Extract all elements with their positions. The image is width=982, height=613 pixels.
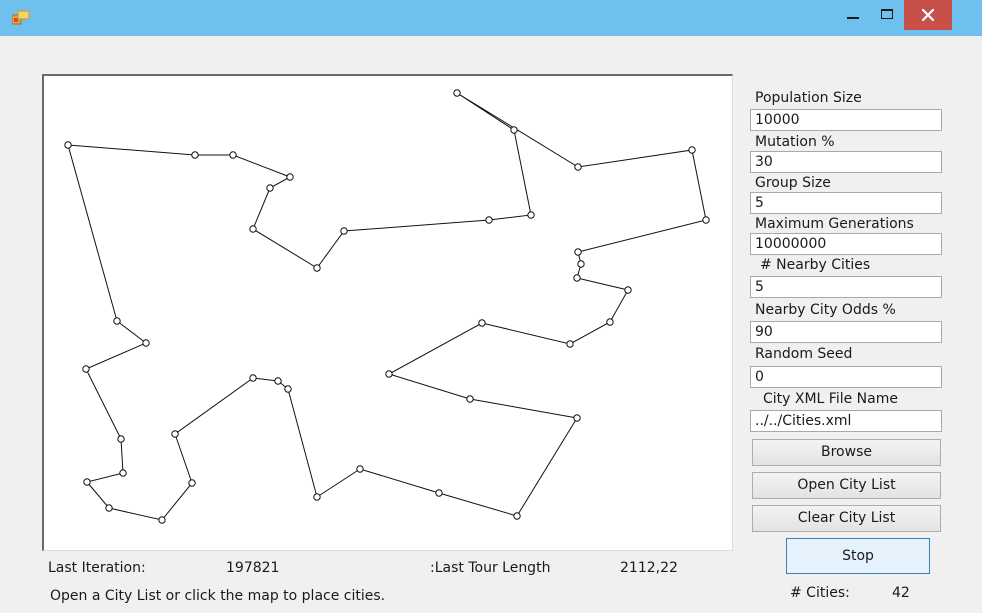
city-point	[191, 151, 199, 159]
city-point	[83, 478, 91, 486]
city-point	[105, 504, 113, 512]
population-size-label: Population Size	[755, 90, 862, 106]
city-point	[574, 163, 582, 171]
status-message: Open a City List or click the map to pla…	[50, 588, 386, 604]
city-point	[573, 414, 581, 422]
app-icon	[12, 10, 30, 25]
nearby-cities-input[interactable]: 5	[750, 276, 942, 298]
city-point	[702, 216, 710, 224]
city-point	[485, 216, 493, 224]
city-map-canvas[interactable]	[42, 74, 733, 551]
city-point	[229, 151, 237, 159]
city-point	[466, 395, 474, 403]
random-seed-input[interactable]: 0	[750, 366, 942, 388]
group-size-label: Group Size	[755, 175, 831, 191]
city-point	[566, 340, 574, 348]
open-city-list-button[interactable]: Open City List	[752, 472, 941, 499]
city-point	[478, 319, 486, 327]
city-point	[513, 512, 521, 520]
last-iteration-value: 197821	[226, 560, 280, 576]
city-point	[117, 435, 125, 443]
tour-drawing	[64, 89, 710, 524]
city-count-label: # Cities:	[790, 585, 850, 601]
minimize-icon	[847, 17, 859, 19]
city-point	[453, 89, 461, 97]
minimize-button[interactable]	[836, 0, 870, 30]
last-iteration-label: Last Iteration:	[48, 560, 146, 576]
maximize-button[interactable]	[870, 0, 904, 30]
city-point	[435, 489, 443, 497]
title-bar	[0, 0, 982, 36]
city-point	[527, 211, 535, 219]
city-point	[356, 465, 364, 473]
mutation-label: Mutation %	[755, 134, 835, 150]
city-point	[624, 286, 632, 294]
city-point	[64, 141, 72, 149]
last-tour-length-label: :Last Tour Length	[430, 560, 551, 576]
city-point	[313, 264, 321, 272]
city-count-value: 42	[892, 585, 910, 601]
city-point	[313, 493, 321, 501]
city-point	[574, 248, 582, 256]
city-point	[274, 377, 282, 385]
city-point	[119, 469, 127, 477]
maximize-icon	[881, 9, 893, 19]
city-point	[171, 430, 179, 438]
clear-city-list-button[interactable]: Clear City List	[752, 505, 941, 532]
city-point	[606, 318, 614, 326]
last-tour-length-value: 2112,22	[620, 560, 678, 576]
max-generations-input[interactable]: 10000000	[750, 233, 942, 255]
stop-button[interactable]: Stop	[786, 538, 930, 574]
mutation-input[interactable]: 30	[750, 151, 942, 173]
close-icon	[921, 8, 935, 22]
city-point	[286, 173, 294, 181]
city-point	[142, 339, 150, 347]
city-point	[340, 227, 348, 235]
city-point	[284, 385, 292, 393]
city-point	[688, 146, 696, 154]
city-point	[82, 365, 90, 373]
nearby-cities-label: # Nearby Cities	[760, 257, 871, 273]
city-point	[158, 516, 166, 524]
close-button[interactable]	[904, 0, 952, 30]
nearby-city-odds-input[interactable]: 90	[750, 321, 942, 343]
random-seed-label: Random Seed	[755, 346, 853, 362]
population-size-input[interactable]: 10000	[750, 109, 942, 131]
nearby-city-odds-label: Nearby City Odds %	[755, 302, 896, 318]
city-point	[266, 184, 274, 192]
city-point	[249, 374, 257, 382]
city-point	[577, 260, 585, 268]
city-point	[573, 274, 581, 282]
city-point	[113, 317, 121, 325]
city-point	[188, 479, 196, 487]
city-xml-input[interactable]: ../../Cities.xml	[750, 410, 942, 432]
city-point	[249, 225, 257, 233]
city-point	[510, 126, 518, 134]
max-generations-label: Maximum Generations	[755, 216, 914, 232]
city-point	[385, 370, 393, 378]
group-size-input[interactable]: 5	[750, 192, 942, 214]
tour-path	[67, 92, 707, 521]
city-xml-label: City XML File Name	[763, 391, 898, 407]
browse-button[interactable]: Browse	[752, 439, 941, 466]
